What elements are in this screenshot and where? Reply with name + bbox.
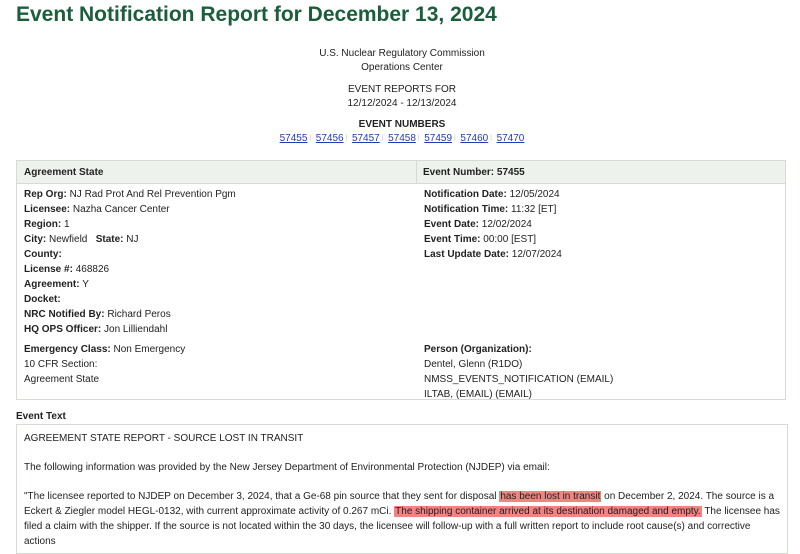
- event-date-value: 12/02/2024: [481, 219, 532, 230]
- notification-time-label: Notification Time:: [424, 204, 509, 215]
- page-title: Event Notification Report for December 1…: [16, 3, 497, 26]
- event-link-57459[interactable]: 57459: [424, 133, 452, 144]
- event-number-label: Event Number:: [423, 167, 495, 178]
- emergency-class-value: Non Emergency: [113, 344, 186, 355]
- agreement-label: Agreement:: [24, 279, 80, 290]
- county-label: County:: [24, 249, 62, 260]
- event-text-body: AGREEMENT STATE REPORT - SOURCE LOST IN …: [16, 424, 788, 554]
- agreement-value: Y: [82, 279, 89, 290]
- rep-org-value: NJ Rad Prot And Rel Prevention Pgm: [69, 189, 236, 200]
- license-number-label: License #:: [24, 264, 73, 275]
- nrc-notified-by-value: Richard Peros: [107, 309, 171, 320]
- agency-header: U.S. Nuclear Regulatory Commission Opera…: [0, 47, 800, 75]
- license-number-value: 468826: [75, 264, 110, 275]
- event-numbers-label: EVENT NUMBERS: [358, 119, 446, 130]
- licensee-value: Nazha Cancer Center: [72, 204, 170, 215]
- highlight-lost-in-transit: has been lost in transit: [499, 491, 602, 502]
- event-text-label: Event Text: [16, 411, 66, 422]
- event-link-57458[interactable]: 57458: [388, 133, 416, 144]
- event-report-table: Agreement State Event Number: 57455 Rep …: [16, 160, 786, 400]
- event-text-paragraph: "The licensee reported to NJDEP on Decem…: [24, 491, 780, 547]
- event-time-value: 00:00 [EST]: [483, 234, 537, 245]
- last-update-date-value: 12/07/2024: [511, 249, 562, 260]
- event-link-57457[interactable]: 57457: [352, 133, 380, 144]
- person-item: NMSS_EVENTS_NOTIFICATION (EMAIL): [424, 374, 614, 385]
- docket-label: Docket:: [24, 294, 61, 305]
- hq-ops-officer-value: Jon Lilliendahl: [104, 324, 168, 335]
- event-link-57470[interactable]: 57470: [497, 133, 525, 144]
- event-link-57460[interactable]: 57460: [460, 133, 488, 144]
- emergency-class-label: Emergency Class:: [24, 344, 111, 355]
- persons-notified: Person (Organization): Dentel, Glenn (R1…: [424, 342, 613, 402]
- licensee-details: Rep Org: NJ Rad Prot And Rel Prevention …: [24, 187, 236, 337]
- notification-details: Notification Date: 12/05/2024 Notificati…: [424, 187, 562, 262]
- event-link-57456[interactable]: 57456: [316, 133, 344, 144]
- city-label: City:: [24, 234, 47, 245]
- notification-date-label: Notification Date:: [424, 189, 507, 200]
- event-category: Agreement State: [24, 167, 104, 178]
- licensee-label: Licensee:: [24, 204, 71, 215]
- person-item: ILTAB, (EMAIL) (EMAIL): [424, 389, 532, 400]
- event-number-value: 57455: [496, 167, 525, 178]
- city-value: Newfield: [49, 234, 88, 245]
- operations-center: Operations Center: [361, 62, 443, 73]
- highlight-container-damaged: The shipping container arrived at its de…: [394, 506, 702, 517]
- notification-time-value: 11:32 [ET]: [511, 204, 557, 215]
- report-range: EVENT REPORTS FOR 12/12/2024 - 12/13/202…: [0, 83, 800, 111]
- event-number-header: Event Number: 57455: [423, 167, 525, 178]
- event-text-intro: The following information was provided b…: [24, 462, 550, 473]
- last-update-date-label: Last Update Date:: [424, 249, 510, 260]
- event-time-label: Event Time:: [424, 234, 481, 245]
- agency-name: U.S. Nuclear Regulatory Commission: [319, 48, 485, 59]
- date-range: 12/12/2024 - 12/13/2024: [347, 98, 457, 109]
- event-date-label: Event Date:: [424, 219, 480, 230]
- table-header-row: Agreement State Event Number: 57455: [17, 161, 785, 184]
- hq-ops-officer-label: HQ OPS Officer:: [24, 324, 102, 335]
- classification-details: Emergency Class: Non Emergency 10 CFR Se…: [24, 342, 185, 387]
- cfr-section-label: 10 CFR Section:: [24, 359, 98, 370]
- region-label: Region:: [24, 219, 62, 230]
- event-text-heading: AGREEMENT STATE REPORT - SOURCE LOST IN …: [24, 433, 304, 444]
- state-label: State:: [95, 234, 124, 245]
- cfr-section-value: Agreement State: [24, 374, 100, 385]
- state-value: NJ: [126, 234, 139, 245]
- event-link-57455[interactable]: 57455: [280, 133, 308, 144]
- nrc-notified-by-label: NRC Notified By:: [24, 309, 105, 320]
- person-organization-label: Person (Organization):: [424, 344, 532, 355]
- reports-for-label: EVENT REPORTS FOR: [348, 84, 456, 95]
- notification-date-value: 12/05/2024: [509, 189, 560, 200]
- event-numbers-links: 57455 | 57456 | 57457 | 57458 | 57459 | 57460…: [279, 133, 525, 145]
- region-value: 1: [64, 219, 70, 230]
- person-item: Dentel, Glenn (R1DO): [424, 359, 523, 370]
- rep-org-label: Rep Org:: [24, 189, 67, 200]
